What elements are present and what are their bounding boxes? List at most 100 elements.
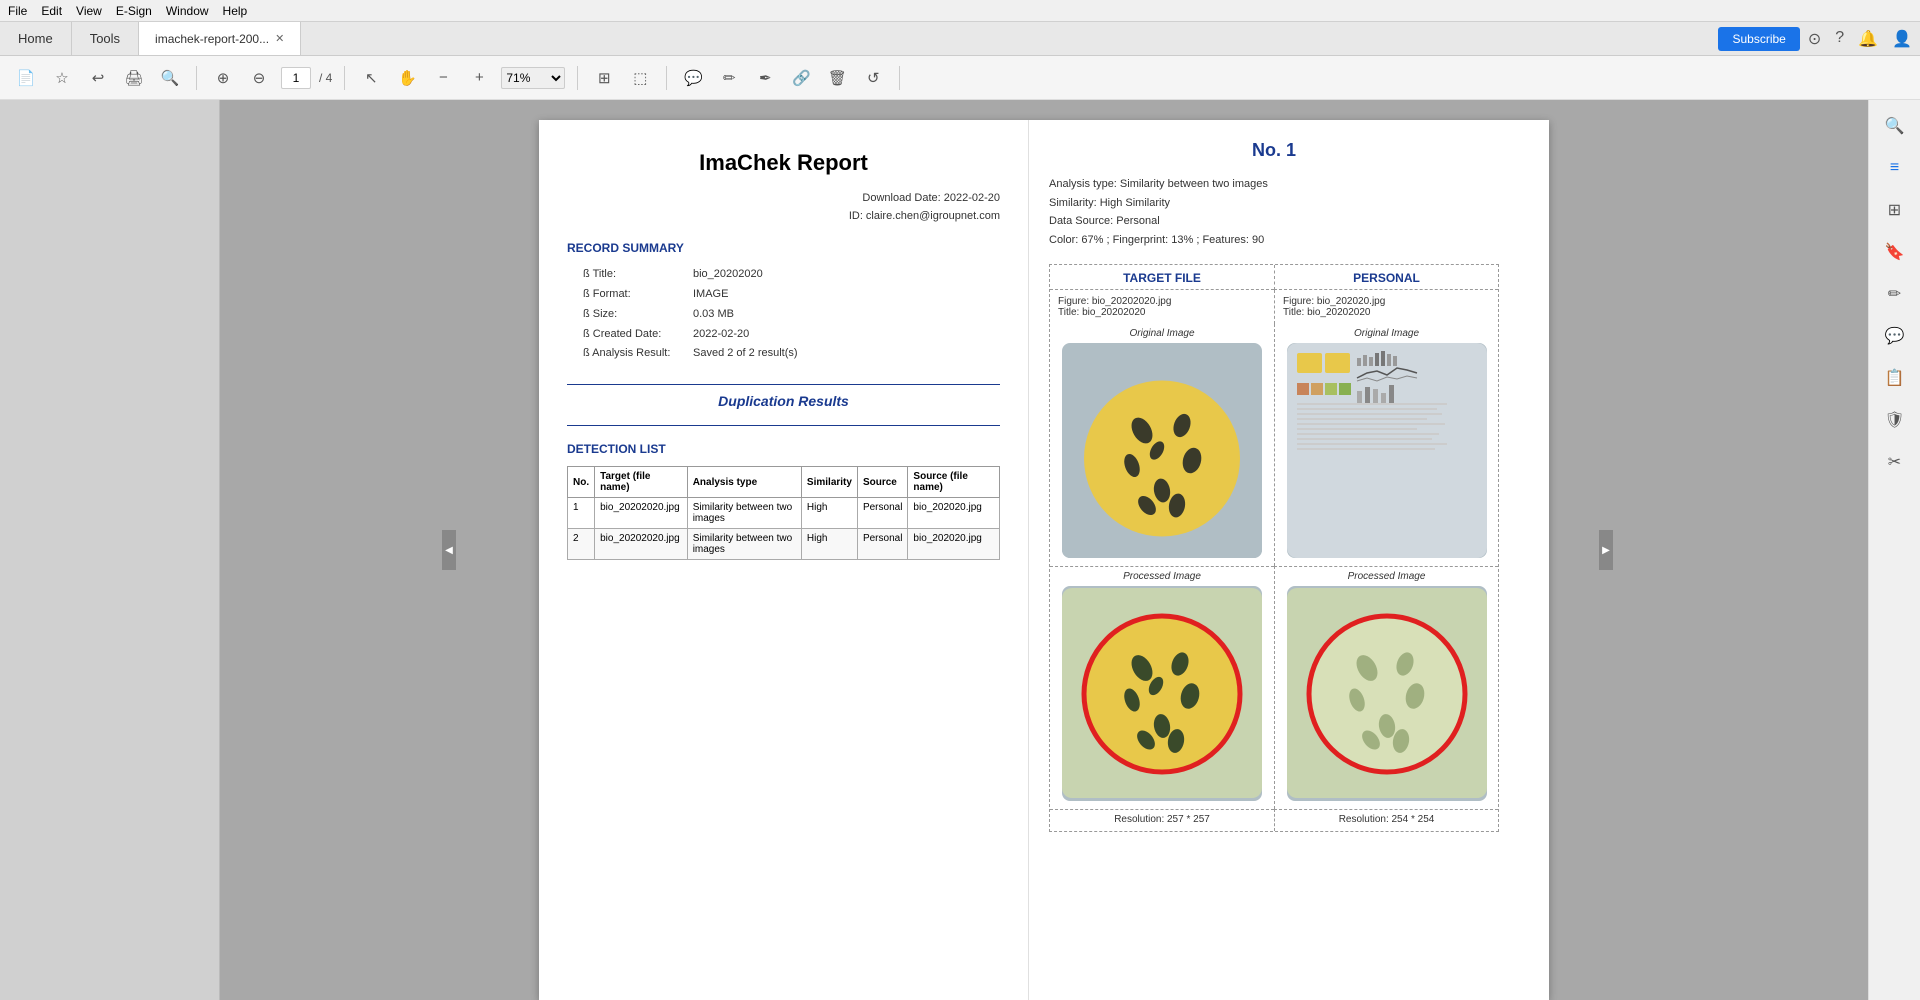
target-title: Title: bio_20202020	[1058, 307, 1266, 318]
format-value: IMAGE	[693, 285, 728, 305]
account-icon[interactable]: ⊙	[1808, 29, 1821, 49]
document-area[interactable]: ◀ ▶ ImaChek Report Download Date: 2022-0…	[220, 100, 1868, 1000]
download-date: Download Date: 2022-02-20	[567, 190, 1000, 208]
cell-sim-2: High	[801, 529, 857, 560]
created-value: 2022-02-20	[693, 325, 749, 345]
link-icon[interactable]: 🔗	[787, 64, 815, 92]
shield-icon[interactable]: 🛡	[1877, 402, 1913, 438]
subscribe-button[interactable]: Subscribe	[1718, 27, 1799, 51]
sep2	[344, 66, 345, 90]
menu-bar: File Edit View E-Sign Window Help	[0, 0, 1920, 22]
print-icon[interactable]: 🖨	[120, 64, 148, 92]
sep1	[196, 66, 197, 90]
cursor-icon[interactable]: ↖	[357, 64, 385, 92]
zoom-select[interactable]: 71% 50% 75% 100% 125% 150%	[501, 67, 565, 89]
tab-close-icon[interactable]: ✕	[275, 32, 284, 45]
col-source: Source	[857, 467, 907, 498]
cell-srcfile-2: bio_202020.jpg	[908, 529, 1000, 560]
analysis-type-line: Analysis type: Similarity between two im…	[1049, 175, 1499, 194]
menu-view[interactable]: View	[76, 4, 102, 18]
zoom-in-icon[interactable]: +	[465, 64, 493, 92]
back-icon[interactable]: ↩	[84, 64, 112, 92]
pen-tool-icon[interactable]: ✏	[1877, 276, 1913, 312]
page-left-arrow[interactable]: ◀	[442, 530, 456, 570]
size-value: 0.03 MB	[693, 305, 734, 325]
processed-label-left: Processed Image	[1123, 571, 1201, 582]
undo-icon[interactable]: ↺	[859, 64, 887, 92]
highlight-icon[interactable]: ✒	[751, 64, 779, 92]
search-icon[interactable]: 🔍	[156, 64, 184, 92]
help-circle-icon[interactable]: ?	[1835, 29, 1844, 49]
nav-down-icon[interactable]: ⊖	[245, 64, 273, 92]
personal-header: PERSONAL	[1274, 265, 1498, 290]
tab-bar: Home Tools imachek-report-200... ✕ Subsc…	[0, 22, 1920, 56]
resolution-left: Resolution: 257 * 257	[1050, 809, 1274, 831]
cell-srcfile-1: bio_202020.jpg	[908, 498, 1000, 529]
detection-table: No. Target (file name) Analysis type Sim…	[567, 466, 1000, 560]
cell-source-1: Personal	[857, 498, 907, 529]
cell-no-2: 2	[568, 529, 595, 560]
detection-title: DETECTION LIST	[567, 442, 1000, 456]
tab-file[interactable]: imachek-report-200... ✕	[139, 22, 301, 55]
personal-figure-info: Figure: bio_202020.jpg Title: bio_202020…	[1274, 290, 1498, 324]
menu-window[interactable]: Window	[166, 4, 209, 18]
color-fingerprint-line: Color: 67% ; Fingerprint: 13% ; Features…	[1049, 231, 1499, 250]
nav-up-icon[interactable]: ⊕	[209, 64, 237, 92]
personal-processed-area: Processed Image	[1274, 566, 1498, 809]
sep4	[666, 66, 667, 90]
col-source-file: Source (file name)	[908, 467, 1000, 498]
chart-svg-right	[1287, 343, 1487, 558]
zoom-out-icon[interactable]: −	[429, 64, 457, 92]
original-label-right: Original Image	[1354, 328, 1419, 339]
delete-icon[interactable]: 🗑	[823, 64, 851, 92]
processed-svg-right	[1287, 588, 1487, 798]
top-icons-group: ⊙ ? 🔔 👤	[1808, 29, 1912, 49]
sep5	[899, 66, 900, 90]
record-table: ß Title: bio_20202020 ß Format: IMAGE ß …	[583, 265, 1000, 364]
menu-help[interactable]: Help	[223, 4, 248, 18]
layers-icon[interactable]: ≡	[1877, 150, 1913, 186]
size-label: ß Size:	[583, 305, 693, 325]
processed-label-right: Processed Image	[1348, 571, 1426, 582]
target-processed-area: Processed Image	[1050, 566, 1274, 809]
chat-icon[interactable]: 💬	[1877, 318, 1913, 354]
grid-icon[interactable]: ⊞	[1877, 192, 1913, 228]
user-icon[interactable]: 👤	[1892, 29, 1912, 49]
format-label: ß Format:	[583, 285, 693, 305]
divider2	[567, 425, 1000, 426]
personal-processed-image	[1287, 586, 1487, 801]
zoom-magnify-icon[interactable]: 🔍	[1877, 108, 1913, 144]
cell-sim-1: High	[801, 498, 857, 529]
hand-icon[interactable]: ✋	[393, 64, 421, 92]
new-file-icon[interactable]: 📄	[12, 64, 40, 92]
star-icon[interactable]: ☆	[48, 64, 76, 92]
menu-file[interactable]: File	[8, 4, 27, 18]
analysis-info: Analysis type: Similarity between two im…	[1049, 175, 1499, 250]
menu-edit[interactable]: Edit	[41, 4, 62, 18]
page-total-label: / 4	[319, 71, 332, 85]
record-row-size: ß Size: 0.03 MB	[583, 305, 1000, 325]
tab-tools[interactable]: Tools	[72, 22, 139, 55]
cell-analysis-2: Similarity between two images	[687, 529, 801, 560]
col-target: Target (file name)	[595, 467, 688, 498]
right-page: No. 1 Analysis type: Similarity between …	[1029, 120, 1519, 1000]
crop-icon[interactable]: ⊞	[590, 64, 618, 92]
scissors-icon[interactable]: ✂	[1877, 444, 1913, 480]
left-page: ImaChek Report Download Date: 2022-02-20…	[539, 120, 1029, 1000]
tab-file-label: imachek-report-200...	[155, 32, 269, 46]
bookmark-icon[interactable]: 🔖	[1877, 234, 1913, 270]
form-icon[interactable]: 📋	[1877, 360, 1913, 396]
table-row: 1 bio_20202020.jpg Similarity between tw…	[568, 498, 1000, 529]
page-number-input[interactable]	[281, 67, 311, 89]
bell-icon[interactable]: 🔔	[1858, 29, 1878, 49]
page-right-arrow[interactable]: ▶	[1599, 530, 1613, 570]
tab-home[interactable]: Home	[0, 22, 72, 55]
comment-icon[interactable]: 💬	[679, 64, 707, 92]
pencil-icon[interactable]: ✏	[715, 64, 743, 92]
processed-svg-left	[1062, 588, 1262, 798]
marquee-icon[interactable]: ⬚	[626, 64, 654, 92]
original-label-left: Original Image	[1129, 328, 1194, 339]
sep3	[577, 66, 578, 90]
menu-esign[interactable]: E-Sign	[116, 4, 152, 18]
cell-analysis-1: Similarity between two images	[687, 498, 801, 529]
